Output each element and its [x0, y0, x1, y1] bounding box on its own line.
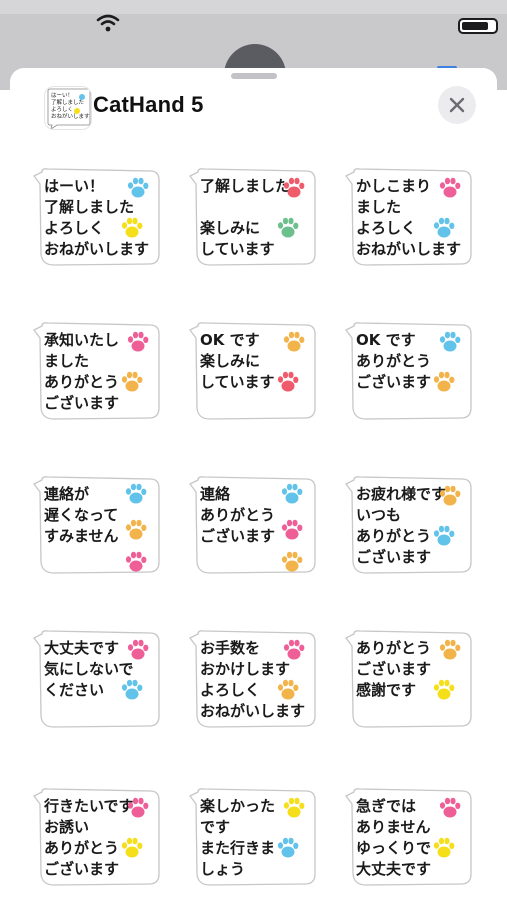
- sticker-line: 気にしないで: [44, 660, 134, 678]
- sticker-item[interactable]: はーい！ 了解しました よろしく おねがいします: [32, 166, 164, 270]
- paw-icon: [433, 679, 455, 700]
- paw-icon: [283, 797, 305, 818]
- paw-icon: [125, 483, 147, 504]
- paw-icon: [281, 551, 303, 572]
- paw-icon: [125, 551, 147, 572]
- paw-icon: [281, 519, 303, 540]
- paw-icon: [121, 679, 143, 700]
- sticker-line: しています: [200, 240, 275, 258]
- sticker-line: 大丈夫です: [356, 860, 432, 878]
- close-icon: [449, 97, 465, 113]
- paw-icon: [277, 217, 299, 238]
- sticker-item[interactable]: OK です 楽しみに しています: [188, 320, 320, 424]
- sticker-line: 了解しました: [44, 198, 135, 216]
- sticker-item[interactable]: OK です ありがとう ございます: [344, 320, 476, 424]
- sticker-line: ございます: [356, 548, 432, 566]
- thumb-line: おねがいします: [51, 112, 90, 120]
- sticker-line: ました: [356, 198, 402, 216]
- sticker-line: ました: [44, 352, 90, 370]
- sticker-item[interactable]: 承知いたし ました ありがとう ございます: [32, 320, 164, 424]
- paw-icon: [439, 639, 461, 660]
- paw-icon: [283, 639, 305, 660]
- paw-icon: [283, 331, 305, 352]
- paw-icon: [127, 639, 149, 660]
- paw-icon: [121, 217, 143, 238]
- paw-icon: [277, 371, 299, 392]
- paw-icon: [433, 371, 455, 392]
- sticker-item[interactable]: お手数を おかけします よろしく おねがいします: [188, 628, 320, 732]
- sticker-item[interactable]: 楽しかった です また行きま しょう: [188, 786, 320, 890]
- sticker-item[interactable]: 急ぎでは ありません ゆっくりで 大丈夫です: [344, 786, 476, 890]
- sticker-item[interactable]: かしこまり ました よろしく おねがいします: [344, 166, 476, 270]
- sticker-item[interactable]: 連絡 ありがとう ございます: [188, 474, 320, 578]
- thumb-line: 了解しました: [51, 98, 84, 106]
- paw-icon: [439, 331, 461, 352]
- sticker-line: ありがとう: [356, 352, 432, 370]
- paw-icon: [277, 837, 299, 858]
- paw-icon: [127, 797, 149, 818]
- paw-icon: [439, 177, 461, 198]
- paw-icon: [439, 485, 461, 506]
- app-thumbnail: はーい！ 了解しました よろしく おねがいします: [44, 86, 92, 130]
- paw-icon: [127, 177, 149, 198]
- sticker-item[interactable]: ありがとう ございます 感謝です: [344, 628, 476, 732]
- sticker-sheet: はーい！ 了解しました よろしく おねがいします CatHand 5 はーい！了…: [10, 68, 497, 900]
- paw-icon: [125, 519, 147, 540]
- sticker-line: しょう: [200, 860, 246, 878]
- sticker-item[interactable]: 了解しました 楽しみに しています: [188, 166, 320, 270]
- sticker-line: です: [200, 818, 231, 836]
- sticker-line: ございます: [44, 860, 120, 878]
- sticker-line: いつも: [356, 506, 402, 524]
- thumb-line: はーい！: [51, 92, 73, 99]
- sheet-grabber[interactable]: [231, 73, 277, 79]
- sticker-grid: はーい！ 了解しました よろしく おねがいします 了解しました 楽しみに しています かしこま…: [10, 166, 497, 886]
- thumb-line: よろしく: [51, 106, 73, 113]
- sticker-line: ありません: [356, 818, 431, 836]
- sticker-line: ございます: [356, 660, 432, 678]
- sticker-item[interactable]: 連絡が 遅くなって すみません: [32, 474, 164, 578]
- sticker-line: おねがいします: [200, 702, 306, 720]
- sticker-line: [200, 197, 310, 218]
- wifi-icon: [96, 14, 120, 32]
- paw-icon: [121, 371, 143, 392]
- sticker-line: ございます: [44, 394, 120, 412]
- sticker-line: おねがいします: [356, 240, 462, 258]
- sticker-line: おねがいします: [44, 240, 150, 258]
- sticker-line: おかけします: [200, 660, 291, 678]
- sticker-item[interactable]: 大丈夫です 気にしないで ください: [32, 628, 164, 732]
- sticker-line: お誘い: [44, 818, 90, 836]
- paw-icon: [277, 679, 299, 700]
- paw-icon: [283, 177, 305, 198]
- paw-icon: [281, 483, 303, 504]
- battery-icon: [458, 18, 498, 34]
- paw-icon: [127, 331, 149, 352]
- paw-icon: [433, 525, 455, 546]
- paw-icon: [121, 837, 143, 858]
- sticker-item[interactable]: お疲れ様です いつも ありがとう ございます: [344, 474, 476, 578]
- paw-icon: [433, 217, 455, 238]
- app-title: CatHand 5: [93, 92, 204, 117]
- sticker-item[interactable]: 行きたいです お誘い ありがとう ございます: [32, 786, 164, 890]
- paw-icon: [433, 837, 455, 858]
- sticker-line: 楽しみに: [200, 352, 261, 370]
- paw-icon: [439, 797, 461, 818]
- close-button[interactable]: [438, 86, 476, 124]
